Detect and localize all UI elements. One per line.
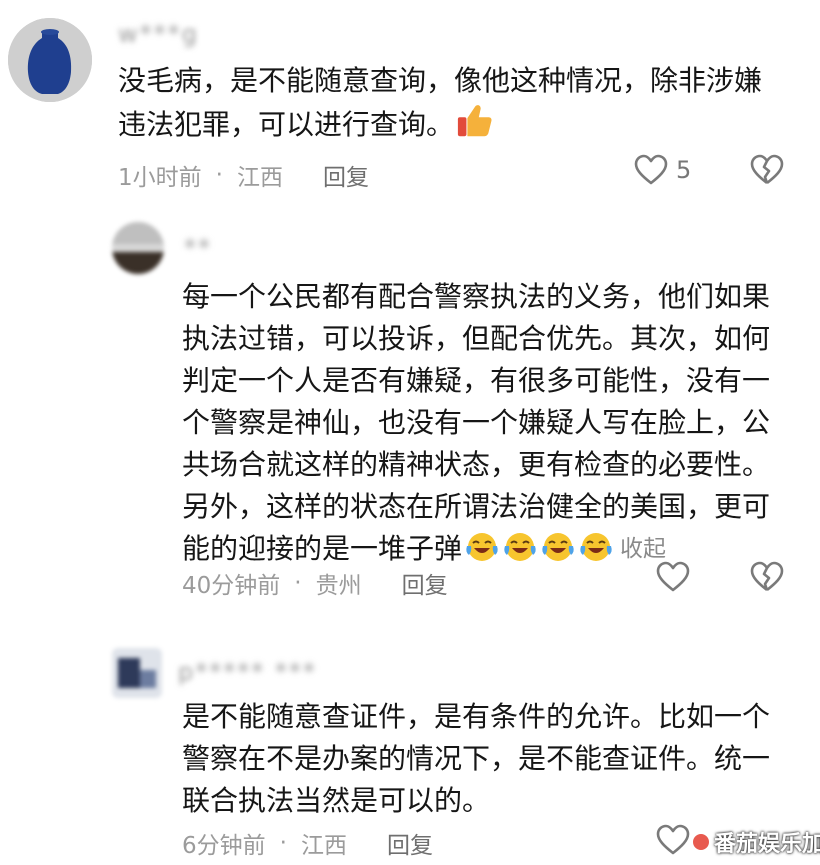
laughing-tears-icon: [578, 530, 614, 576]
comment-line: 另外，这样的状态在所谓法治健全的美国，更可: [182, 490, 771, 523]
heart-icon: [634, 154, 668, 185]
reply-button[interactable]: 回复: [323, 158, 369, 192]
comment-meta: 40分钟前 · 贵州 回复: [182, 566, 448, 600]
thumbs-up-icon: [456, 102, 494, 152]
comment-line: 联合执法当然是可以的。: [182, 784, 491, 817]
watermark-logo-icon: [691, 832, 711, 852]
user-avatar-icon: [112, 648, 162, 698]
comment-text: 没毛病，是不能随意查询，像他这种情况，除非涉嫌 违法犯罪，可以进行查询。: [118, 60, 762, 152]
comment-line: 警察在不是办案的情况下，是不能查证件。统一: [182, 742, 771, 775]
like-button[interactable]: [656, 561, 690, 593]
reply-button[interactable]: 回复: [402, 566, 448, 600]
vase-avatar-icon: [8, 18, 92, 102]
comment-line: 违法犯罪，可以进行查询。: [118, 102, 762, 152]
comment-line: 执法过错，可以投诉，但配合优先。其次，如何: [182, 322, 771, 355]
like-count: 5: [676, 156, 692, 184]
comment-line: 个警察是神仙，也没有一个嫌疑人写在脸上，公: [182, 406, 771, 439]
comment-time: 1小时前: [118, 165, 202, 191]
comment-location: 江西: [236, 165, 283, 191]
comment-meta: 1小时前 · 江西 回复: [118, 158, 369, 192]
broken-heart-icon: [750, 154, 784, 185]
avatar[interactable]: [112, 648, 162, 698]
username[interactable]: **: [184, 234, 212, 262]
comment-time: 6分钟前: [182, 833, 266, 859]
reply-text: 是不能随意查证件，是有条件的允许。比如一个 警察在不是办案的情况下，是不能查证件…: [182, 696, 770, 822]
comment-location: 贵州: [315, 573, 362, 599]
collapse-button[interactable]: 收起: [620, 536, 666, 562]
user-avatar-icon: [112, 222, 164, 274]
avatar[interactable]: [8, 18, 92, 102]
heart-icon: [656, 561, 690, 592]
broken-heart-icon: [750, 561, 784, 592]
reply-text: 每一个公民都有配合警察执法的义务，他们如果 执法过错，可以投诉，但配合优先。其次…: [182, 276, 770, 576]
comment-location: 江西: [300, 833, 347, 859]
like-button[interactable]: 5: [634, 154, 691, 186]
comment-line: 没毛病，是不能随意查询，像他这种情况，除非涉嫌: [118, 64, 763, 97]
username[interactable]: p***** ***: [178, 658, 317, 686]
laughing-tears-icon: [502, 530, 538, 576]
comment-line: 共场合就这样的精神状态，更有检查的必要性。: [182, 448, 771, 481]
comment-line: 是不能随意查证件，是有条件的允许。比如一个: [182, 700, 771, 733]
laughing-tears-icon: [540, 530, 576, 576]
comment-line: 判定一个人是否有嫌疑，有很多可能性，没有一: [182, 364, 771, 397]
reply-button[interactable]: 回复: [387, 826, 433, 860]
username[interactable]: w***g: [118, 20, 199, 48]
comment-line: 每一个公民都有配合警察执法的义务，他们如果: [182, 280, 771, 313]
dislike-button[interactable]: [750, 561, 784, 593]
comment-meta: 6分钟前 · 江西 回复: [182, 826, 433, 860]
comment-time: 40分钟前: [182, 573, 281, 599]
laughing-tears-icon: [464, 530, 500, 576]
avatar[interactable]: [112, 222, 164, 274]
heart-icon: [656, 824, 690, 855]
dislike-button[interactable]: [750, 154, 784, 186]
watermark: 番茄娱乐加: [690, 826, 820, 858]
like-button[interactable]: [656, 824, 690, 856]
